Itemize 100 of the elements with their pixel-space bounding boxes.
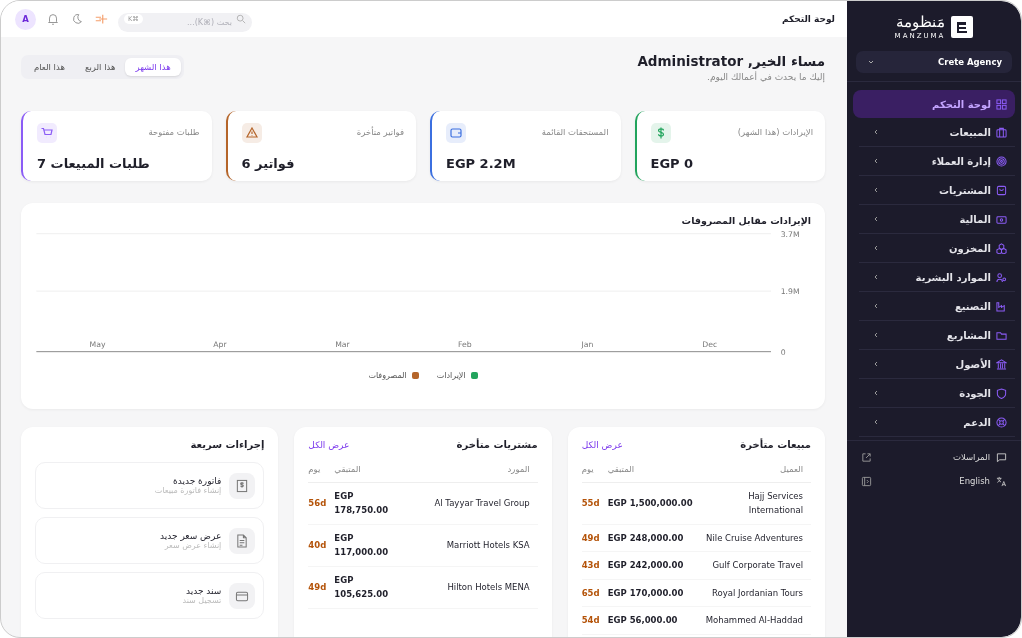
nav-item[interactable]: التصنيع bbox=[859, 292, 1015, 321]
bell-icon[interactable] bbox=[46, 12, 60, 26]
table-cell: 54d bbox=[581, 615, 600, 626]
table-cell: 40d bbox=[308, 540, 327, 551]
table-cell: Marriott Hotels KSA bbox=[446, 540, 530, 551]
view-all-link[interactable]: عرض الكل bbox=[581, 439, 623, 450]
nav-item[interactable]: الأصول bbox=[859, 350, 1015, 379]
x-tick-label: Jan bbox=[581, 339, 594, 349]
table-cell: 55d bbox=[581, 498, 600, 509]
bag-icon bbox=[996, 184, 1007, 196]
moon-icon[interactable] bbox=[70, 12, 84, 26]
table-cell: Gulf Corporate Travel bbox=[712, 560, 803, 571]
table-cell: Hajj Services International bbox=[748, 491, 803, 516]
card-icon bbox=[229, 582, 256, 609]
agency-selector[interactable]: Crete Agency bbox=[856, 51, 1012, 73]
period-tab[interactable]: هذا العام bbox=[24, 58, 75, 76]
coin-icon bbox=[650, 123, 671, 143]
sidebar-link[interactable]: English bbox=[861, 471, 1011, 491]
stat-label: الإيرادات (هذا الشهر) bbox=[737, 127, 813, 137]
stat-value: EGP 2.2M bbox=[446, 156, 517, 171]
stat-label: طلبات مفتوحة bbox=[148, 127, 200, 137]
nav-item[interactable]: لوحة التحكم bbox=[853, 90, 1015, 118]
card-title: مشتريات متأخرة bbox=[456, 439, 538, 450]
external-link-icon bbox=[861, 451, 872, 463]
table-cell-text: EGP 170,000.00 bbox=[607, 586, 684, 600]
stat-label: فواتير متأخرة bbox=[356, 127, 404, 137]
chat-icon bbox=[996, 451, 1007, 463]
quick-action-button[interactable]: فاتورة جديدة إنشاء فاتورة مبيعات bbox=[35, 462, 265, 509]
folder-icon bbox=[996, 329, 1007, 341]
column-header: المورد bbox=[507, 464, 530, 474]
legend-label: الإيرادات bbox=[436, 371, 466, 380]
table-cell: 65d bbox=[581, 587, 600, 598]
greeting-title: مساء الخير, Administrator bbox=[637, 53, 825, 69]
nav-item[interactable]: المشاريع bbox=[859, 321, 1015, 350]
boxes-icon bbox=[996, 242, 1007, 254]
table-cell-text: EGP 56,000.00 bbox=[607, 614, 678, 628]
nav-item[interactable]: المشتريات bbox=[859, 176, 1015, 205]
table-cell: 49d bbox=[308, 581, 327, 592]
greeting-subtitle: إليك ما يحدث في أعمالك اليوم. bbox=[706, 72, 825, 82]
table-cell: Mohammed Al-Haddad bbox=[705, 615, 803, 626]
column-header: العميل bbox=[780, 464, 803, 474]
column-header: المتبقي bbox=[607, 464, 635, 474]
search-icon bbox=[236, 14, 246, 24]
shield-icon bbox=[996, 387, 1007, 399]
column-header: يوم bbox=[581, 464, 594, 474]
nav-item[interactable]: إدارة العملاء bbox=[859, 147, 1015, 176]
users-icon bbox=[996, 271, 1007, 283]
target-icon bbox=[996, 155, 1007, 167]
table-cell: 56d bbox=[308, 498, 327, 509]
x-tick-label: May bbox=[89, 339, 106, 349]
legend-swatch bbox=[411, 372, 419, 379]
banknote-icon bbox=[996, 213, 1007, 225]
table-cell-text: EGP 242,000.00 bbox=[607, 559, 684, 573]
document-icon bbox=[229, 527, 256, 554]
column-header: يوم bbox=[308, 464, 321, 474]
cart-icon bbox=[37, 123, 57, 143]
factory-icon bbox=[996, 300, 1007, 312]
nav-item[interactable]: المالية bbox=[859, 205, 1015, 234]
bank-icon bbox=[996, 358, 1007, 370]
table-cell: Nile Cruise Adventures bbox=[706, 532, 803, 543]
grid-icon bbox=[996, 98, 1007, 110]
table-cell: Royal Jordanian Tours bbox=[712, 587, 803, 598]
stat-value: طلبات المبيعات 7 bbox=[37, 156, 151, 171]
x-tick-label: Feb bbox=[458, 339, 472, 349]
table-cell-text: EGP 178,750.00 bbox=[334, 490, 390, 518]
stat-label: المستحقات القائمة bbox=[541, 127, 609, 137]
legend-label: المصروفات bbox=[368, 371, 407, 380]
table-cell-text: EGP 248,000.00 bbox=[607, 531, 684, 545]
sidebar-link[interactable]: المراسلات bbox=[861, 447, 1011, 467]
logo-icon bbox=[951, 16, 974, 38]
x-tick-label: Dec bbox=[702, 339, 718, 349]
wallet-icon bbox=[446, 123, 466, 143]
nav-item[interactable]: الموارد البشرية bbox=[859, 263, 1015, 292]
card-title: مبيعات متأخرة bbox=[740, 439, 811, 450]
lifebuoy-icon bbox=[996, 416, 1007, 428]
nav-item[interactable]: الدعم bbox=[859, 408, 1015, 437]
period-tab[interactable]: هذا الربع bbox=[74, 58, 126, 76]
briefcase-icon bbox=[996, 126, 1007, 138]
warning-icon bbox=[241, 123, 262, 143]
nav-item[interactable]: المبيعات bbox=[859, 118, 1015, 147]
translate-icon bbox=[996, 475, 1007, 487]
nav-item[interactable]: المخزون bbox=[859, 234, 1015, 263]
y-tick-label: 1.9M bbox=[780, 287, 800, 296]
user-avatar[interactable]: A bbox=[15, 8, 36, 30]
period-tab[interactable]: هذا الشهر bbox=[125, 58, 181, 76]
table-cell-text: EGP 1,500,000.00 bbox=[607, 497, 693, 511]
column-header: المتبقي bbox=[334, 464, 361, 474]
view-all-link[interactable]: عرض الكل bbox=[308, 439, 350, 450]
table-cell: 49d bbox=[581, 532, 600, 543]
table-cell: 43d bbox=[581, 560, 600, 571]
receipt-icon bbox=[229, 472, 256, 499]
quick-action-button[interactable]: سند جديد تسجيل سند bbox=[35, 572, 265, 619]
table-cell: Al Tayyar Travel Group bbox=[434, 498, 530, 509]
stat-value: فواتير 6 bbox=[241, 156, 296, 171]
table-cell-text: EGP 105,625.00 bbox=[334, 573, 390, 602]
stat-value: EGP 0 bbox=[650, 156, 695, 171]
nav-item[interactable]: الجودة bbox=[859, 379, 1015, 408]
quick-action-button[interactable]: عرض سعر جديد إنشاء عرض سعر bbox=[35, 517, 265, 564]
legend-swatch bbox=[470, 372, 478, 379]
table-cell-text: EGP 117,000.00 bbox=[334, 531, 390, 560]
